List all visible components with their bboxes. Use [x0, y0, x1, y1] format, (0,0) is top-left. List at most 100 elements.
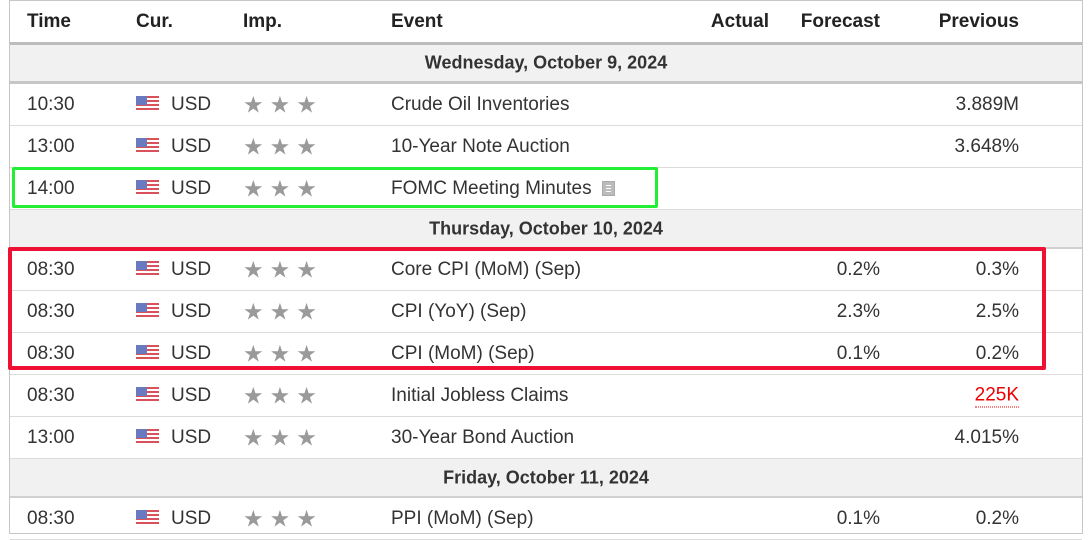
currency-code: USD: [171, 426, 212, 448]
star-icon: ★: [296, 424, 317, 450]
star-icon: ★: [269, 382, 291, 408]
star-icon: ★: [269, 424, 291, 450]
currency-code: USD: [171, 93, 212, 115]
event-name-link[interactable]: FOMC Meeting Minutes: [391, 178, 592, 199]
event-name-link[interactable]: PPI (MoM) (Sep): [391, 508, 534, 529]
table-row[interactable]: 08:30 USD ★ ★ ★ PPI (MoM) (Sep) 0.1% 0.2%: [10, 498, 1082, 540]
event-name-cell: 30-Year Bond Auction: [391, 427, 574, 449]
event-previous[interactable]: 225K: [974, 384, 1019, 407]
economic-calendar-table: Time Cur. Imp. Event Actual Forecast Pre…: [9, 0, 1083, 540]
star-icon: ★: [296, 133, 317, 159]
event-name-link[interactable]: CPI (MoM) (Sep): [391, 343, 535, 364]
currency-code: USD: [171, 384, 212, 406]
star-icon: ★: [269, 256, 291, 282]
document-icon[interactable]: [601, 180, 615, 196]
star-icon: ★: [243, 91, 264, 117]
currency-code: USD: [171, 177, 212, 199]
header-time[interactable]: Time: [27, 11, 71, 33]
table-row[interactable]: 08:30 USD ★ ★ ★ Core CPI (MoM) (Sep) 0.2% 0.3%: [10, 249, 1082, 291]
event-name-link[interactable]: 30-Year Bond Auction: [391, 427, 574, 448]
importance-rating: ★ ★ ★: [243, 133, 317, 160]
star-icon: ★: [243, 340, 264, 366]
star-icon: ★: [296, 505, 317, 531]
event-previous: 0.2%: [975, 342, 1019, 364]
event-name-cell: FOMC Meeting Minutes: [391, 178, 615, 200]
importance-rating: ★ ★ ★: [243, 505, 317, 532]
table-row[interactable]: 08:30 USD ★ ★ ★ CPI (YoY) (Sep) 2.3% 2.5%: [10, 291, 1082, 333]
header-forecast[interactable]: Forecast: [801, 11, 880, 33]
event-currency: USD: [136, 178, 211, 200]
event-currency: USD: [136, 259, 211, 281]
us-flag-icon: [136, 302, 159, 319]
event-time: 08:30: [27, 258, 75, 280]
event-name-cell: CPI (YoY) (Sep): [391, 301, 527, 323]
star-icon: ★: [296, 175, 317, 201]
star-icon: ★: [296, 256, 317, 282]
table-row[interactable]: 14:00 USD ★ ★ ★ FOMC Meeting Minutes: [10, 168, 1082, 210]
event-name-link[interactable]: Initial Jobless Claims: [391, 385, 568, 406]
importance-rating: ★ ★ ★: [243, 382, 317, 409]
event-name-link[interactable]: Crude Oil Inventories: [391, 94, 569, 115]
event-time: 08:30: [27, 384, 75, 406]
event-name-cell: CPI (MoM) (Sep): [391, 343, 535, 365]
importance-rating: ★ ★ ★: [243, 256, 317, 283]
us-flag-icon: [136, 95, 159, 112]
header-previous[interactable]: Previous: [939, 11, 1019, 33]
event-time: 08:30: [27, 342, 75, 364]
event-name-link[interactable]: Core CPI (MoM) (Sep): [391, 259, 581, 280]
importance-rating: ★ ★ ★: [243, 175, 317, 202]
table-row[interactable]: 13:00 USD ★ ★ ★ 30-Year Bond Auction 4.015%: [10, 417, 1082, 459]
us-flag-icon: [136, 509, 159, 526]
date-label: Wednesday, October 9, 2024: [424, 52, 668, 73]
importance-rating: ★ ★ ★: [243, 424, 317, 451]
us-flag-icon: [136, 344, 159, 361]
star-icon: ★: [296, 298, 317, 324]
star-icon: ★: [296, 340, 317, 366]
currency-code: USD: [171, 258, 212, 280]
event-currency: USD: [136, 508, 211, 530]
header-actual[interactable]: Actual: [711, 11, 769, 33]
table-row[interactable]: 13:00 USD ★ ★ ★ 10-Year Note Auction 3.648%: [10, 126, 1082, 168]
date-group-header: Thursday, October 10, 2024: [10, 210, 1082, 249]
event-time: 14:00: [27, 177, 75, 199]
event-name-link[interactable]: CPI (YoY) (Sep): [391, 301, 527, 322]
event-previous: 0.2%: [975, 507, 1019, 529]
header-importance[interactable]: Imp.: [243, 11, 282, 33]
date-group-header: Wednesday, October 9, 2024: [10, 45, 1082, 84]
event-currency: USD: [136, 427, 211, 449]
date-group-header: Friday, October 11, 2024: [10, 459, 1082, 498]
star-icon: ★: [269, 133, 291, 159]
event-previous: 0.3%: [975, 258, 1019, 280]
event-time: 13:00: [27, 135, 75, 157]
event-name-cell: Crude Oil Inventories: [391, 94, 569, 116]
star-icon: ★: [269, 505, 291, 531]
table-row[interactable]: 10:30 USD ★ ★ ★ Crude Oil Inventories 3.889M: [10, 84, 1082, 126]
us-flag-icon: [136, 137, 159, 154]
star-icon: ★: [243, 424, 264, 450]
event-name-link[interactable]: 10-Year Note Auction: [391, 136, 570, 157]
header-currency[interactable]: Cur.: [136, 11, 173, 33]
event-name-cell: 10-Year Note Auction: [391, 136, 570, 158]
event-time: 08:30: [27, 507, 75, 529]
importance-rating: ★ ★ ★: [243, 298, 317, 325]
star-icon: ★: [243, 505, 264, 531]
currency-code: USD: [171, 135, 212, 157]
event-forecast: 0.1%: [836, 507, 880, 529]
event-time: 13:00: [27, 426, 75, 448]
currency-code: USD: [171, 342, 212, 364]
event-name-cell: Core CPI (MoM) (Sep): [391, 259, 581, 281]
header-event[interactable]: Event: [391, 11, 443, 33]
date-label: Friday, October 11, 2024: [443, 467, 649, 487]
event-currency: USD: [136, 94, 211, 116]
star-icon: ★: [269, 340, 291, 366]
star-icon: ★: [243, 298, 264, 324]
event-time: 08:30: [27, 300, 75, 322]
star-icon: ★: [269, 298, 291, 324]
currency-code: USD: [171, 300, 212, 322]
star-icon: ★: [243, 256, 264, 282]
event-previous: 3.648%: [954, 135, 1019, 157]
table-row[interactable]: 08:30 USD ★ ★ ★ CPI (MoM) (Sep) 0.1% 0.2%: [10, 333, 1082, 375]
us-flag-icon: [136, 428, 159, 445]
table-row[interactable]: 08:30 USD ★ ★ ★ Initial Jobless Claims 225K: [10, 375, 1082, 417]
star-icon: ★: [296, 382, 317, 408]
